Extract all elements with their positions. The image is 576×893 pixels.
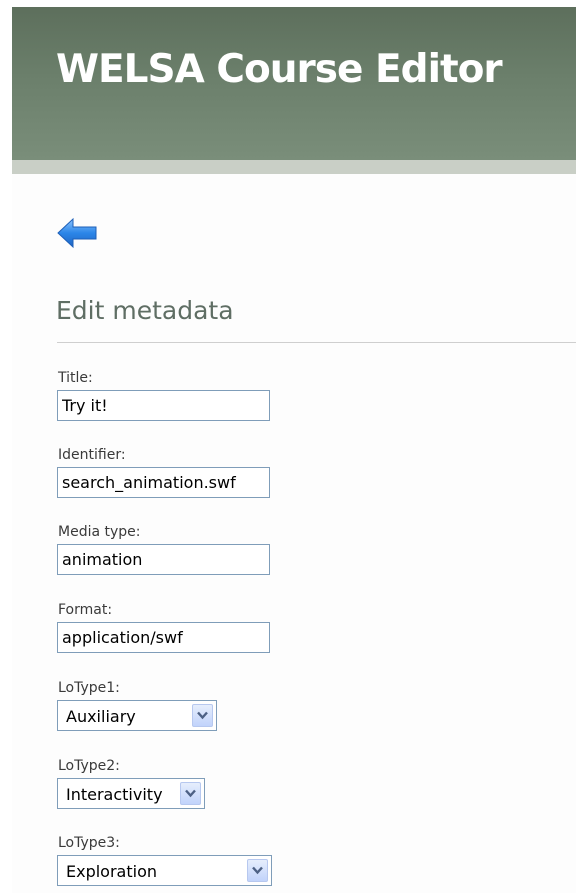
lotype2-select[interactable]: Interactivity <box>57 778 205 809</box>
page-title: Edit metadata <box>56 296 234 325</box>
format-input[interactable] <box>57 622 270 653</box>
format-label: Format: <box>58 602 113 618</box>
title-divider <box>57 342 576 343</box>
lotype1-label: LoType1: <box>58 680 120 696</box>
chevron-down-icon[interactable] <box>247 859 268 882</box>
media-type-input[interactable] <box>57 544 270 575</box>
arrow-left-icon <box>57 217 97 249</box>
lotype3-label: LoType3: <box>58 835 120 851</box>
header-divider-strip <box>12 160 576 174</box>
media-type-label: Media type: <box>58 524 141 540</box>
app-title: WELSA Course Editor <box>56 47 503 92</box>
title-label: Title: <box>58 370 93 386</box>
identifier-input[interactable] <box>57 467 270 498</box>
lotype1-value: Auxiliary <box>66 707 136 726</box>
chevron-down-icon[interactable] <box>180 782 201 805</box>
lotype3-select[interactable]: Exploration <box>57 855 272 886</box>
lotype1-select[interactable]: Auxiliary <box>57 700 217 731</box>
title-input[interactable] <box>57 390 270 421</box>
back-button[interactable] <box>56 217 98 249</box>
lotype2-value: Interactivity <box>66 785 163 804</box>
app-header: WELSA Course Editor <box>12 7 576 160</box>
identifier-label: Identifier: <box>58 447 126 463</box>
lotype2-label: LoType2: <box>58 758 120 774</box>
chevron-down-icon[interactable] <box>192 704 213 727</box>
lotype3-value: Exploration <box>66 862 157 881</box>
